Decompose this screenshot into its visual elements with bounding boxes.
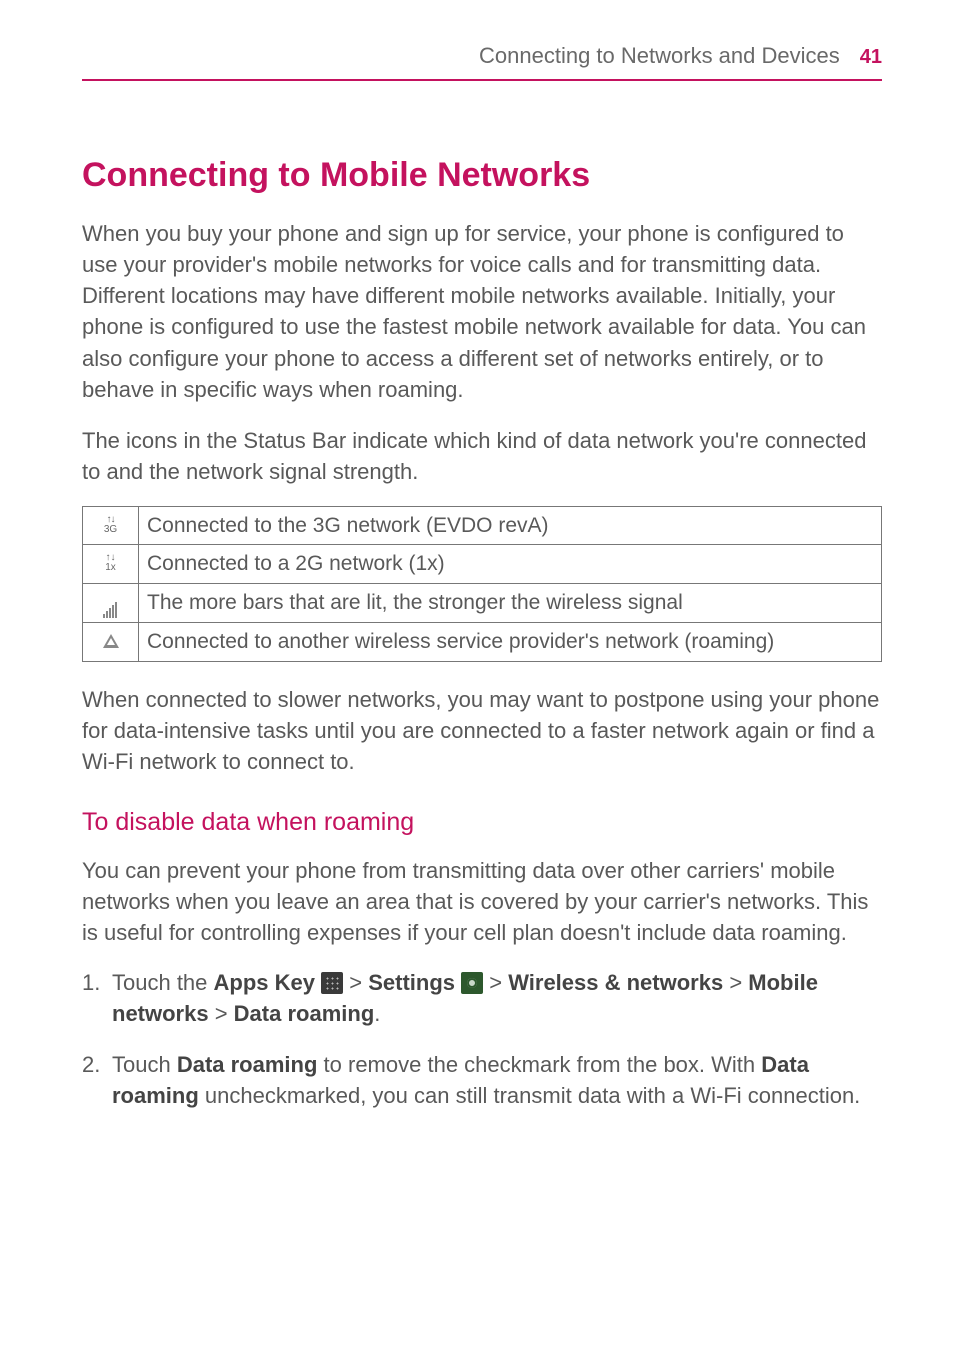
running-head-title: Connecting to Networks and Devices [479, 40, 840, 71]
icon-cell [83, 622, 139, 661]
ui-data-roaming: Data roaming [234, 1001, 375, 1026]
ui-apps-key: Apps Key [214, 970, 315, 995]
step-text: Touch the [112, 970, 214, 995]
status-icons-table: ↑↓3G Connected to the 3G network (EVDO r… [82, 506, 882, 662]
running-head-page-number: 41 [860, 43, 882, 71]
network-3g-icon: ↑↓3G [104, 515, 117, 535]
step-text: . [374, 1001, 380, 1026]
table-row: ↑↓1x Connected to a 2G network (1x) [83, 545, 882, 584]
step-text: to remove the checkmark from the box. Wi… [317, 1052, 761, 1077]
step-text: > [483, 970, 508, 995]
steps-list: 1. Touch the Apps Key > Settings > Wirel… [82, 967, 882, 1112]
settings-icon [461, 972, 483, 994]
ui-wireless-networks: Wireless & networks [508, 970, 723, 995]
icon-cell: ↑↓1x [83, 545, 139, 584]
step-number: 1. [82, 967, 112, 1029]
status-description: Connected to another wireless service pr… [139, 622, 882, 661]
table-row: Connected to another wireless service pr… [83, 622, 882, 661]
intro-paragraph-1: When you buy your phone and sign up for … [82, 218, 882, 280]
running-head: Connecting to Networks and Devices 41 [82, 40, 882, 81]
icon-cell: ↑↓3G [83, 506, 139, 545]
status-description: Connected to a 2G network (1x) [139, 545, 882, 584]
intro-paragraph-3: The icons in the Status Bar indicate whi… [82, 425, 882, 487]
ui-settings: Settings [368, 970, 455, 995]
icon-cell [83, 584, 139, 623]
section-title: Connecting to Mobile Networks [82, 151, 882, 199]
roaming-triangle-icon [103, 634, 119, 648]
step-number: 2. [82, 1049, 112, 1111]
step-text: uncheckmarked, you can still transmit da… [199, 1083, 861, 1108]
intro-block: When you buy your phone and sign up for … [82, 218, 882, 405]
table-row: The more bars that are lit, the stronger… [83, 584, 882, 623]
step-text: > [723, 970, 748, 995]
table-row: ↑↓3G Connected to the 3G network (EVDO r… [83, 506, 882, 545]
subheading-disable-roaming: To disable data when roaming [82, 805, 882, 841]
ui-data-roaming: Data roaming [177, 1052, 318, 1077]
step-text: Touch [112, 1052, 177, 1077]
status-description: The more bars that are lit, the stronger… [139, 584, 882, 623]
step-body: Touch Data roaming to remove the checkma… [112, 1049, 882, 1111]
sub-paragraph: You can prevent your phone from transmit… [82, 855, 882, 949]
status-description: Connected to the 3G network (EVDO revA) [139, 506, 882, 545]
after-table-paragraph: When connected to slower networks, you m… [82, 684, 882, 778]
step-text: > [209, 1001, 234, 1026]
network-1x-icon: ↑↓1x [105, 553, 116, 573]
step-item: 1. Touch the Apps Key > Settings > Wirel… [82, 967, 882, 1029]
step-body: Touch the Apps Key > Settings > Wireless… [112, 967, 882, 1029]
step-item: 2. Touch Data roaming to remove the chec… [82, 1049, 882, 1111]
step-text: > [343, 970, 368, 995]
signal-bars-icon [103, 588, 118, 604]
apps-key-icon [321, 972, 343, 994]
intro-paragraph-2: Different locations may have different m… [82, 280, 882, 405]
